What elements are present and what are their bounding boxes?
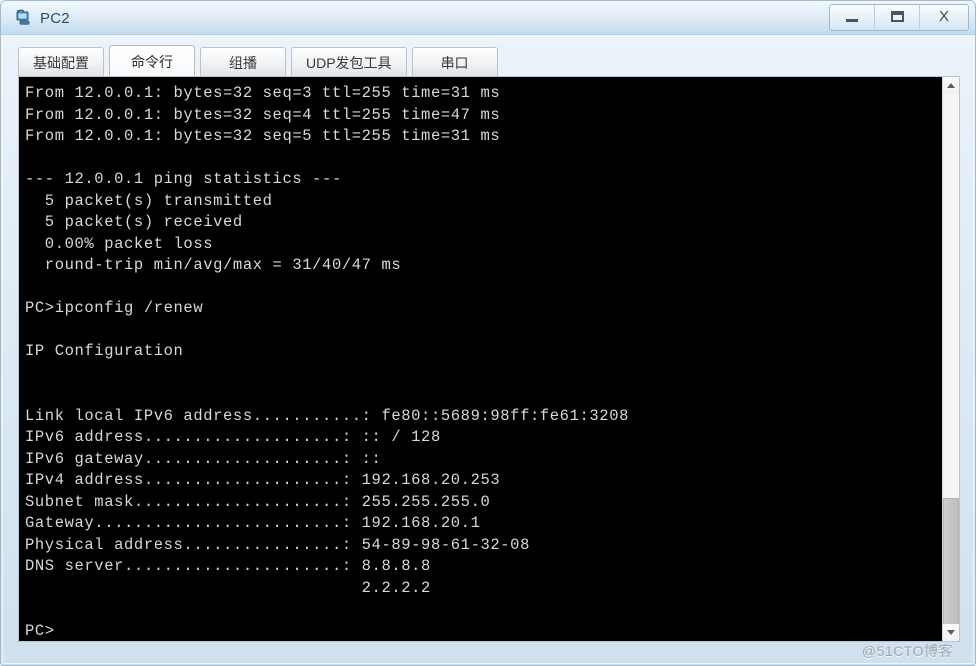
close-icon: X xyxy=(938,8,949,25)
tab-command-line[interactable]: 命令行 xyxy=(109,45,195,77)
chevron-up-icon xyxy=(947,83,955,88)
tab-label: 串口 xyxy=(440,54,469,71)
scrollbar-track[interactable] xyxy=(943,94,959,637)
maximize-icon xyxy=(890,11,904,22)
chevron-down-icon xyxy=(947,630,955,635)
console-output-area[interactable]: From 12.0.0.1: bytes=32 seq=3 ttl=255 ti… xyxy=(19,77,944,641)
tab-multicast[interactable]: 组播 xyxy=(200,47,286,77)
tab-strip: 基础配置 命令行 组播 UDP发包工具 串口 xyxy=(18,43,960,77)
tab-basic-config[interactable]: 基础配置 xyxy=(18,47,104,77)
scrollbar-thumb[interactable] xyxy=(943,498,959,637)
title-bar[interactable]: PC2 X xyxy=(1,1,975,35)
maximize-button[interactable] xyxy=(875,5,920,28)
console-text: From 12.0.0.1: bytes=32 seq=3 ttl=255 ti… xyxy=(25,84,629,640)
tab-label: 组播 xyxy=(229,54,257,71)
tab-serial-port[interactable]: 串口 xyxy=(411,47,498,77)
pc-device-icon xyxy=(15,9,33,27)
scroll-down-button[interactable] xyxy=(943,624,959,641)
close-button[interactable]: X xyxy=(920,5,968,28)
minimize-icon xyxy=(846,18,858,22)
command-line-panel: From 12.0.0.1: bytes=32 seq=3 ttl=255 ti… xyxy=(18,76,960,642)
tab-label: UDP发包工具 xyxy=(306,54,392,71)
window-controls: X xyxy=(829,4,969,31)
title-bar-left: PC2 xyxy=(15,1,70,35)
watermark: @51CTO博客 xyxy=(861,643,953,659)
tab-udp-tool[interactable]: UDP发包工具 xyxy=(291,47,407,77)
pc2-window: PC2 X 基础配置 命令行 组播 UDP发包工具 串口 From 12.0.0… xyxy=(0,0,976,666)
tab-label: 命令行 xyxy=(131,53,173,70)
tab-label: 基础配置 xyxy=(33,54,89,71)
console-scrollbar[interactable] xyxy=(942,77,959,641)
minimize-button[interactable] xyxy=(830,5,875,28)
window-title: PC2 xyxy=(40,9,70,27)
scroll-up-button[interactable] xyxy=(943,77,959,94)
